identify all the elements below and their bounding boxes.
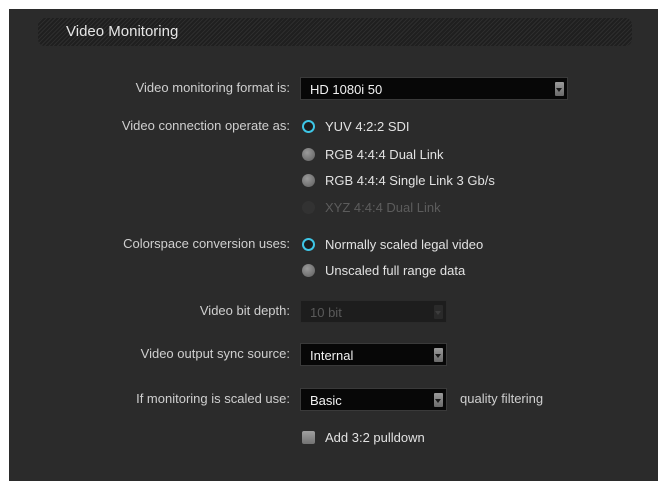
chevron-down-icon <box>434 393 443 407</box>
colorspace-label: Colorspace conversion uses: <box>123 236 290 251</box>
radio-normally-scaled[interactable]: Normally scaled legal video <box>302 235 483 253</box>
radio-label: XYZ 4:4:4 Dual Link <box>325 199 441 215</box>
sync-source-label: Video output sync source: <box>140 346 290 361</box>
radio-rgb-444-dual-link[interactable]: RGB 4:4:4 Dual Link <box>302 145 444 163</box>
radio-selected-icon[interactable] <box>302 237 315 251</box>
radio-xyz-444-dual-link: XYZ 4:4:4 Dual Link <box>302 198 441 216</box>
pulldown-checkbox[interactable] <box>302 431 315 444</box>
radio-label: RGB 4:4:4 Single Link 3 Gb/s <box>325 172 495 188</box>
bit-depth-value: 10 bit <box>310 305 342 320</box>
radio-icon[interactable] <box>302 147 315 161</box>
quality-filtering-label: quality filtering <box>460 391 544 406</box>
scaled-use-dropdown[interactable]: Basic <box>300 388 447 411</box>
radio-label: RGB 4:4:4 Dual Link <box>325 146 444 162</box>
radio-yuv-422-sdi[interactable]: YUV 4:2:2 SDI <box>302 117 410 135</box>
sync-source-value: Internal <box>310 348 354 363</box>
scaled-use-value: Basic <box>310 393 342 408</box>
monitoring-format-dropdown[interactable]: HD 1080i 50 <box>300 77 568 100</box>
chevron-down-icon <box>555 82 564 96</box>
chevron-down-icon <box>434 348 443 362</box>
connection-label: Video connection operate as: <box>121 118 290 133</box>
radio-icon[interactable] <box>302 173 315 187</box>
radio-label: Unscaled full range data <box>325 262 466 278</box>
radio-icon[interactable] <box>302 263 315 277</box>
pulldown-label[interactable]: Add 3:2 pulldown <box>325 430 425 445</box>
radio-unscaled-full-range[interactable]: Unscaled full range data <box>302 261 465 279</box>
sync-source-dropdown[interactable]: Internal <box>300 343 447 366</box>
scaled-use-label: If monitoring is scaled use: <box>136 391 290 406</box>
monitoring-format-label: Video monitoring format is: <box>135 80 290 95</box>
bit-depth-label: Video bit depth: <box>199 303 290 318</box>
radio-rgb-444-single-link[interactable]: RGB 4:4:4 Single Link 3 Gb/s <box>302 171 495 189</box>
section-header: Video Monitoring <box>38 18 632 46</box>
radio-disabled-icon <box>302 200 315 214</box>
bit-depth-dropdown: 10 bit <box>300 300 447 323</box>
monitoring-format-value: HD 1080i 50 <box>310 82 383 97</box>
radio-label: Normally scaled legal video <box>325 236 484 252</box>
radio-label: YUV 4:2:2 SDI <box>325 118 410 134</box>
chevron-down-icon <box>434 305 443 319</box>
section-title: Video Monitoring <box>66 23 179 40</box>
radio-selected-icon[interactable] <box>302 119 315 133</box>
